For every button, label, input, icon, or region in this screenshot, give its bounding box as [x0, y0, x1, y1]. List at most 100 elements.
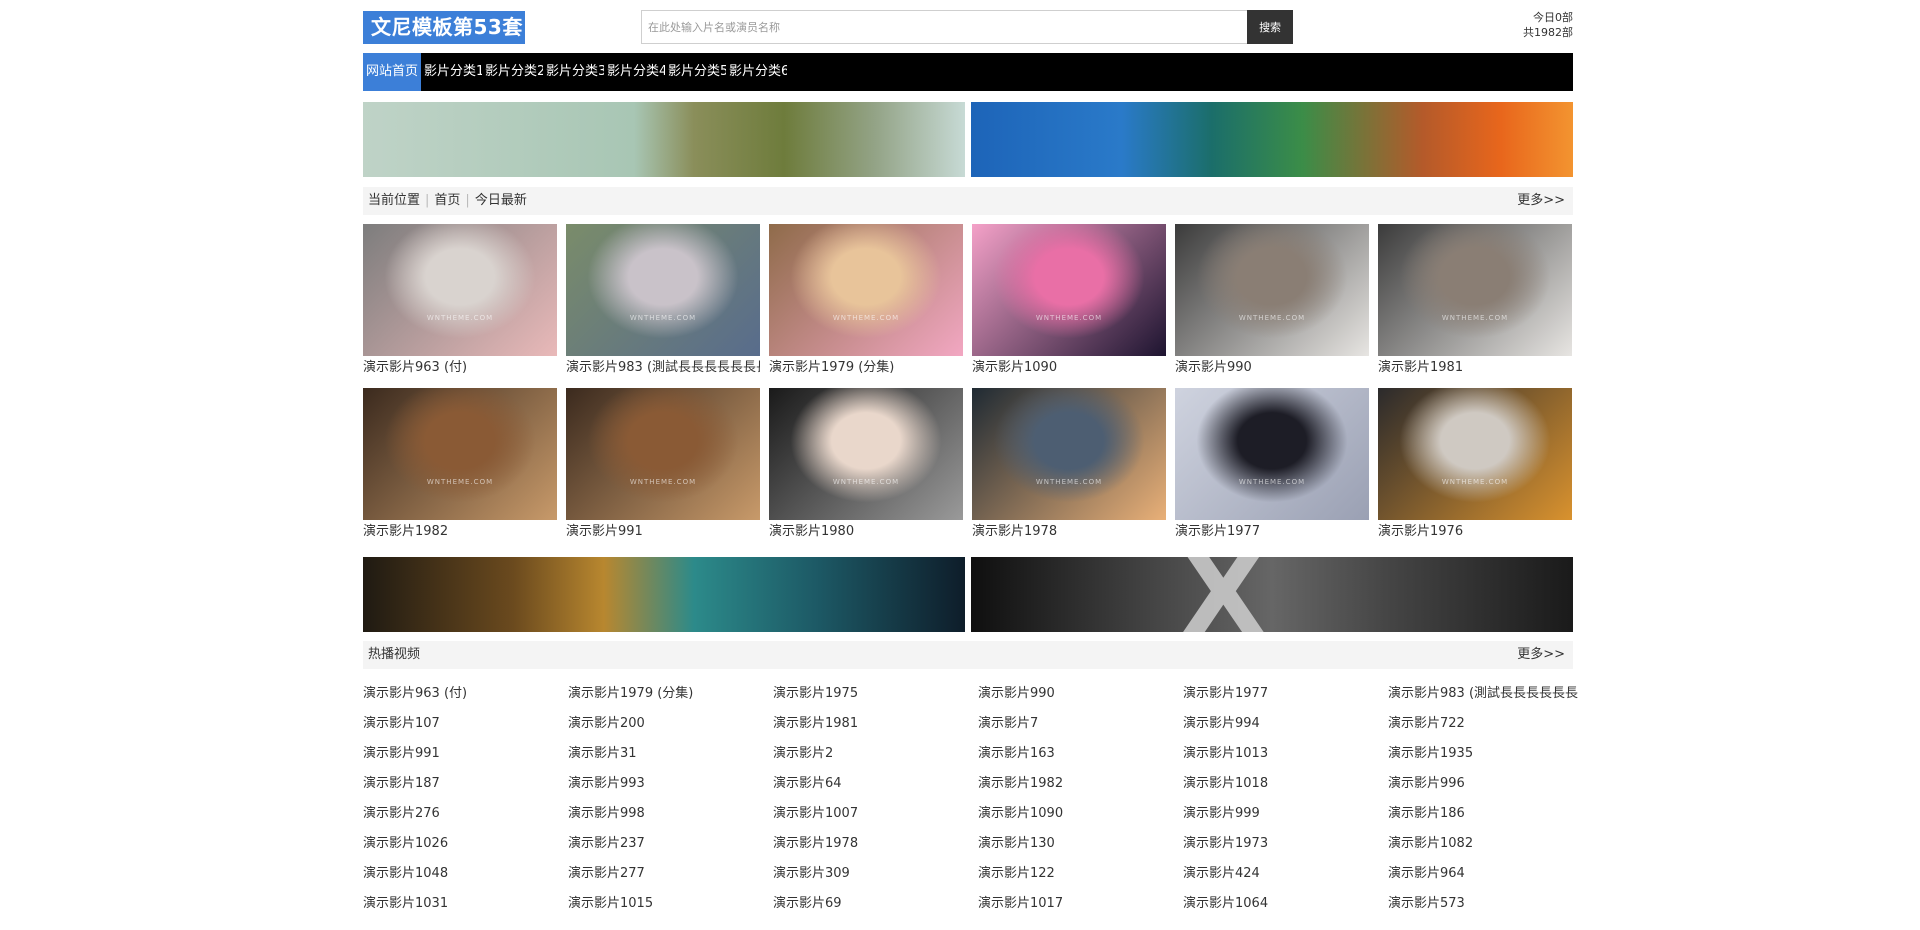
hot-list-item[interactable]: 演示影片424: [1183, 859, 1373, 889]
movie-thumbnail[interactable]: WNTHEME.COM: [769, 388, 963, 520]
hot-list-item[interactable]: 演示影片1935: [1388, 739, 1578, 769]
site-logo[interactable]: 文尼模板第53套: [363, 11, 525, 44]
hot-list-item[interactable]: 演示影片1975: [773, 679, 963, 709]
hot-list-item[interactable]: 演示影片186: [1388, 799, 1578, 829]
movie-thumbnail[interactable]: WNTHEME.COM: [566, 388, 760, 520]
hot-list-item[interactable]: 演示影片1007: [773, 799, 963, 829]
movie-card[interactable]: WNTHEME.COM 演示影片983 (測試長長長長長長長長長長): [566, 224, 760, 380]
hot-list-item[interactable]: 演示影片276: [363, 799, 553, 829]
hot-list-item[interactable]: 演示影片1978: [773, 829, 963, 859]
hot-list-item[interactable]: 演示影片999: [1183, 799, 1373, 829]
hot-list-item[interactable]: 演示影片237: [568, 829, 758, 859]
movie-card[interactable]: WNTHEME.COM 演示影片1979 (分集): [769, 224, 963, 380]
movie-card[interactable]: WNTHEME.COM 演示影片1976: [1378, 388, 1572, 544]
movie-thumbnail[interactable]: WNTHEME.COM: [566, 224, 760, 356]
movie-thumbnail[interactable]: WNTHEME.COM: [363, 224, 557, 356]
nav-category-4[interactable]: 影片分类4: [604, 53, 665, 91]
movie-thumbnail[interactable]: WNTHEME.COM: [1378, 388, 1572, 520]
hot-list-item[interactable]: 演示影片573: [1388, 889, 1578, 919]
banner-ad-2[interactable]: [971, 102, 1573, 177]
hot-list-item[interactable]: 演示影片1018: [1183, 769, 1373, 799]
movie-title[interactable]: 演示影片991: [566, 520, 760, 544]
hot-list-item[interactable]: 演示影片187: [363, 769, 553, 799]
hot-list-item[interactable]: 演示影片1982: [978, 769, 1168, 799]
hot-list-item[interactable]: 演示影片1031: [363, 889, 553, 919]
movie-thumbnail[interactable]: WNTHEME.COM: [363, 388, 557, 520]
hot-list-item[interactable]: 演示影片991: [363, 739, 553, 769]
nav-category-2[interactable]: 影片分类2: [482, 53, 543, 91]
movie-title[interactable]: 演示影片1090: [972, 356, 1166, 380]
hot-list-item[interactable]: 演示影片1017: [978, 889, 1168, 919]
movie-card[interactable]: WNTHEME.COM 演示影片1977: [1175, 388, 1369, 544]
hot-list-item[interactable]: 演示影片130: [978, 829, 1168, 859]
hot-list-item[interactable]: 演示影片1973: [1183, 829, 1373, 859]
movie-thumbnail[interactable]: WNTHEME.COM: [972, 224, 1166, 356]
movie-card[interactable]: WNTHEME.COM 演示影片1090: [972, 224, 1166, 380]
breadcrumb-current[interactable]: 今日最新: [475, 193, 527, 208]
hot-list-item[interactable]: 演示影片964: [1388, 859, 1578, 889]
hot-list-item[interactable]: 演示影片963 (付): [363, 679, 553, 709]
movie-thumbnail[interactable]: WNTHEME.COM: [1175, 224, 1369, 356]
movie-card[interactable]: WNTHEME.COM 演示影片1980: [769, 388, 963, 544]
hot-list-item[interactable]: 演示影片309: [773, 859, 963, 889]
movie-title[interactable]: 演示影片983 (測試長長長長長長長長長長): [566, 356, 760, 380]
movie-thumbnail[interactable]: WNTHEME.COM: [972, 388, 1166, 520]
movie-title[interactable]: 演示影片1977: [1175, 520, 1369, 544]
banner-ad-4[interactable]: X: [971, 557, 1573, 632]
hot-list-item[interactable]: 演示影片1048: [363, 859, 553, 889]
hot-list-item[interactable]: 演示影片1977: [1183, 679, 1373, 709]
hot-list-item[interactable]: 演示影片998: [568, 799, 758, 829]
hot-list-item[interactable]: 演示影片200: [568, 709, 758, 739]
hot-list-item[interactable]: 演示影片163: [978, 739, 1168, 769]
latest-more-link[interactable]: 更多>>: [1517, 187, 1565, 215]
movie-title[interactable]: 演示影片990: [1175, 356, 1369, 380]
movie-title[interactable]: 演示影片1982: [363, 520, 557, 544]
movie-card[interactable]: WNTHEME.COM 演示影片991: [566, 388, 760, 544]
hot-list-item[interactable]: 演示影片722: [1388, 709, 1578, 739]
search-input[interactable]: [641, 10, 1248, 44]
hot-list-item[interactable]: 演示影片1026: [363, 829, 553, 859]
hot-list-item[interactable]: 演示影片277: [568, 859, 758, 889]
hot-list-item[interactable]: 演示影片122: [978, 859, 1168, 889]
movie-card[interactable]: WNTHEME.COM 演示影片1978: [972, 388, 1166, 544]
nav-category-1[interactable]: 影片分类1: [421, 53, 482, 91]
hot-more-link[interactable]: 更多>>: [1517, 641, 1565, 669]
hot-list-item[interactable]: 演示影片994: [1183, 709, 1373, 739]
movie-title[interactable]: 演示影片1979 (分集): [769, 356, 963, 380]
hot-list-item[interactable]: 演示影片1013: [1183, 739, 1373, 769]
breadcrumb-home[interactable]: 首页: [434, 193, 460, 208]
hot-list-item[interactable]: 演示影片1064: [1183, 889, 1373, 919]
movie-thumbnail[interactable]: WNTHEME.COM: [769, 224, 963, 356]
hot-list-item[interactable]: 演示影片993: [568, 769, 758, 799]
hot-list-item[interactable]: 演示影片990: [978, 679, 1168, 709]
movie-thumbnail[interactable]: WNTHEME.COM: [1175, 388, 1369, 520]
movie-thumbnail[interactable]: WNTHEME.COM: [1378, 224, 1572, 356]
hot-list-item[interactable]: 演示影片1015: [568, 889, 758, 919]
movie-card[interactable]: WNTHEME.COM 演示影片990: [1175, 224, 1369, 380]
movie-card[interactable]: WNTHEME.COM 演示影片1981: [1378, 224, 1572, 380]
hot-list-item[interactable]: 演示影片996: [1388, 769, 1578, 799]
nav-category-5[interactable]: 影片分类5: [665, 53, 726, 91]
hot-list-item[interactable]: 演示影片31: [568, 739, 758, 769]
movie-title[interactable]: 演示影片1980: [769, 520, 963, 544]
nav-home[interactable]: 网站首页: [363, 53, 422, 91]
banner-ad-1[interactable]: [363, 102, 965, 177]
banner-ad-3[interactable]: [363, 557, 965, 632]
hot-list-item[interactable]: 演示影片1979 (分集): [568, 679, 758, 709]
hot-list-item[interactable]: 演示影片107: [363, 709, 553, 739]
hot-list-item[interactable]: 演示影片1090: [978, 799, 1168, 829]
movie-card[interactable]: WNTHEME.COM 演示影片963 (付): [363, 224, 557, 380]
hot-list-item[interactable]: 演示影片1082: [1388, 829, 1578, 859]
hot-list-item[interactable]: 演示影片64: [773, 769, 963, 799]
search-button[interactable]: 搜索: [1247, 10, 1293, 44]
nav-category-3[interactable]: 影片分类3: [543, 53, 604, 91]
movie-title[interactable]: 演示影片1978: [972, 520, 1166, 544]
hot-list-item[interactable]: 演示影片983 (測試長長長長長長長): [1388, 679, 1578, 709]
hot-list-item[interactable]: 演示影片2: [773, 739, 963, 769]
nav-category-6[interactable]: 影片分类6: [726, 53, 787, 91]
movie-title[interactable]: 演示影片1976: [1378, 520, 1572, 544]
movie-card[interactable]: WNTHEME.COM 演示影片1982: [363, 388, 557, 544]
movie-title[interactable]: 演示影片963 (付): [363, 356, 557, 380]
hot-list-item[interactable]: 演示影片1981: [773, 709, 963, 739]
hot-list-item[interactable]: 演示影片69: [773, 889, 963, 919]
